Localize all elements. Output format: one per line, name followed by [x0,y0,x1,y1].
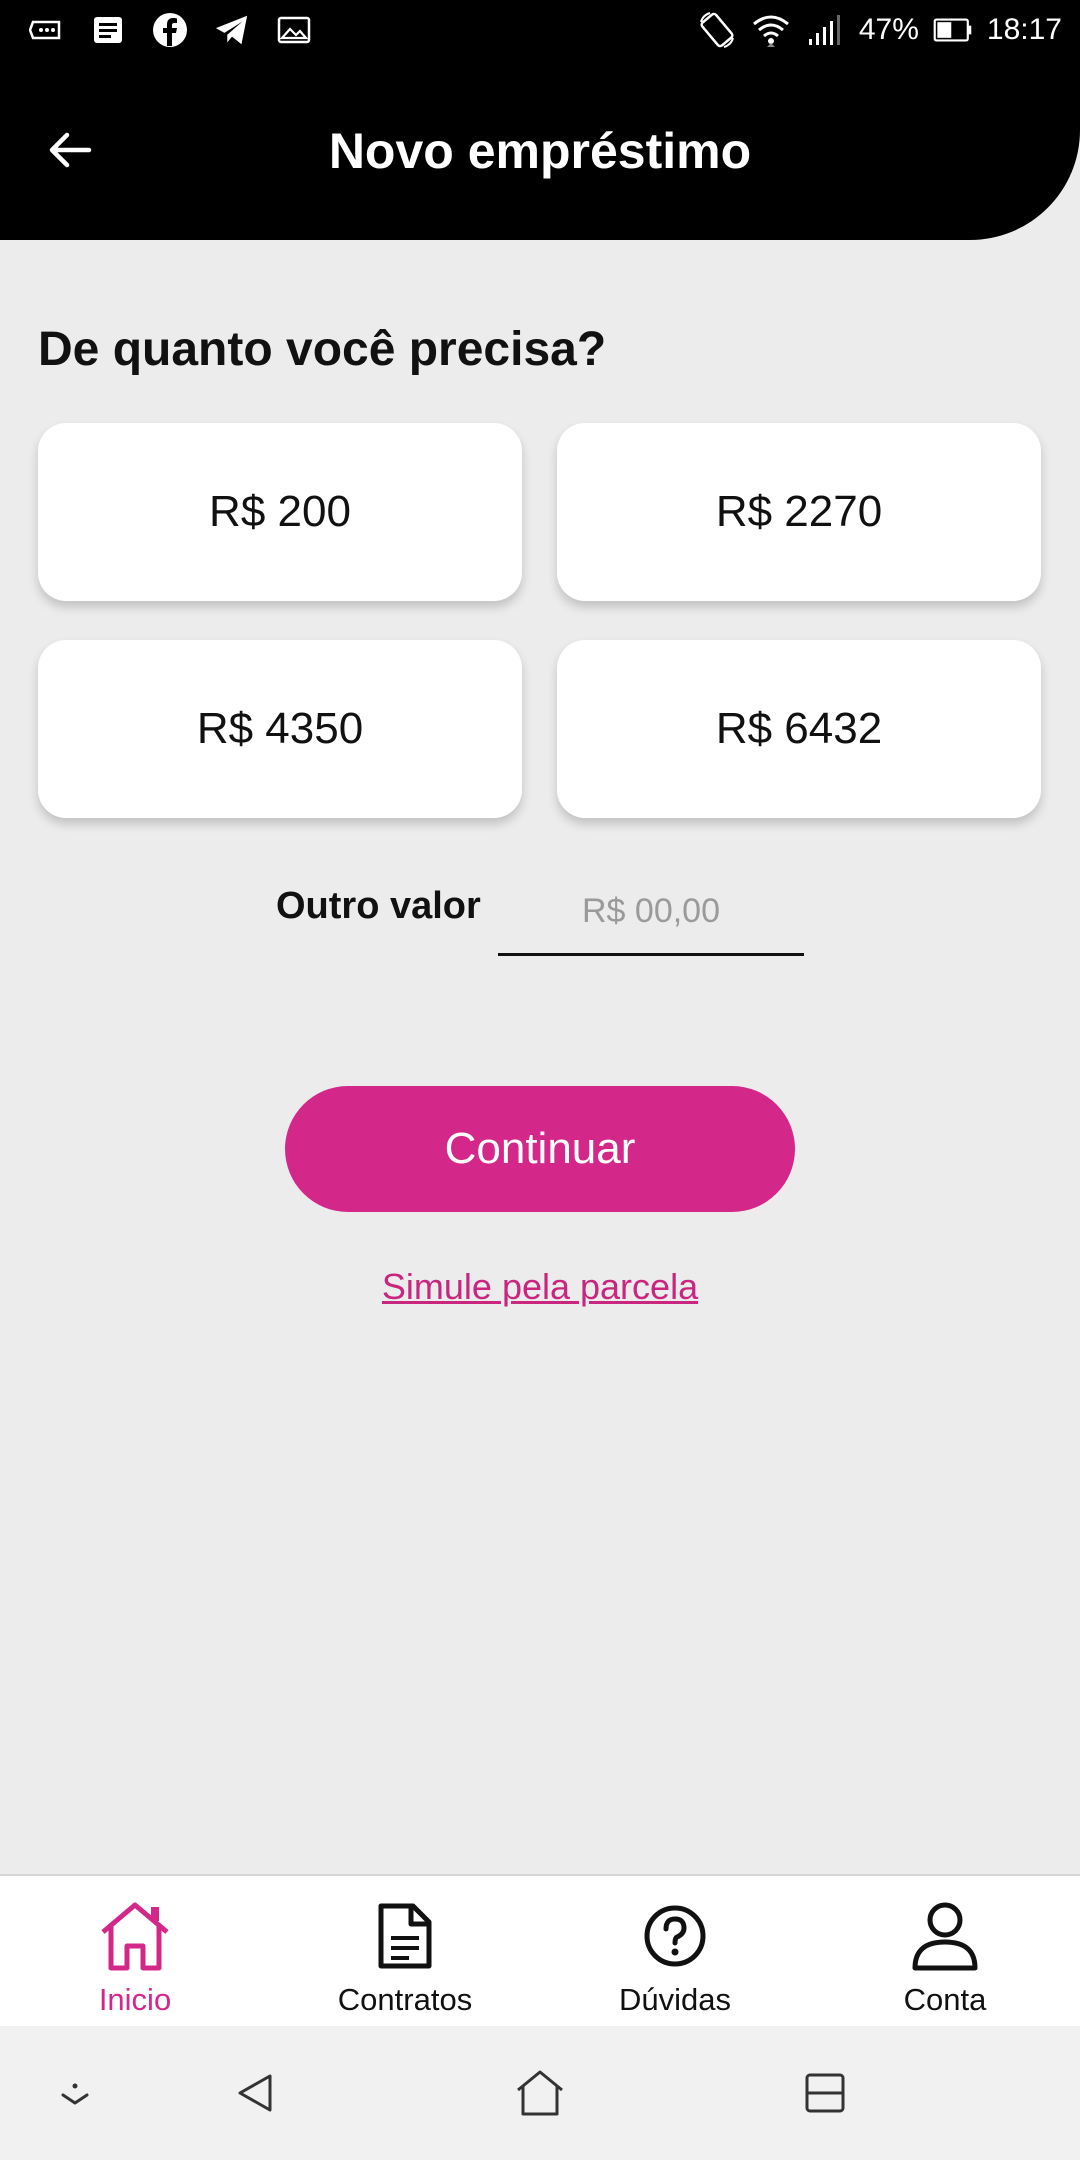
nav-item-duvidas[interactable]: Dúvidas [540,1876,810,2026]
amount-option-4[interactable]: R$ 6432 [557,640,1041,818]
system-navigation-bar [0,2026,1080,2160]
nav-label-duvidas: Dúvidas [619,1982,731,2017]
status-bar-system: 47% 18:17 [697,10,1062,50]
back-arrow-icon [49,132,92,168]
wifi-icon [751,10,791,50]
system-recents-button[interactable] [790,2058,860,2128]
voicemail-icon [28,12,64,48]
facebook-icon [152,12,188,48]
system-back-button[interactable] [220,2058,290,2128]
other-value-label: Outro valor [276,885,481,927]
bottom-navigation: Inicio Contratos Dúvidas Conta [0,1874,1080,2026]
nav-item-inicio[interactable]: Inicio [0,1876,270,2026]
nav-label-conta: Conta [903,1982,987,2017]
status-bar-notifications [28,12,312,48]
status-time: 18:17 [986,13,1062,46]
home-icon [95,1896,175,1976]
continue-button[interactable]: Continuar [285,1086,795,1212]
amount-option-3[interactable]: R$ 4350 [38,640,522,818]
telegram-icon [214,12,250,48]
message-icon [90,12,126,48]
help-icon [635,1896,715,1976]
simulate-installment-link[interactable]: Simule pela parcela [0,1266,1080,1308]
nav-item-contratos[interactable]: Contratos [270,1876,540,2026]
image-icon [276,12,312,48]
signal-icon [805,10,845,50]
battery-icon [933,10,973,50]
nav-label-inicio: Inicio [98,1982,172,2017]
recents-icon [805,2073,845,2113]
other-value-input[interactable] [498,870,804,956]
document-icon [365,1896,445,1976]
status-bar: 47% 18:17 [0,0,1080,62]
amount-question: De quanto você precisa? [38,323,607,376]
amount-option-2[interactable]: R$ 2270 [557,423,1041,601]
nav-item-conta[interactable]: Conta [810,1876,1080,2026]
battery-percent: 47% [858,13,919,46]
hide-keyboard-button[interactable] [40,2058,110,2128]
nav-label-contratos: Contratos [337,1982,473,2017]
rotate-icon [697,10,737,50]
page-title: Novo empréstimo [328,123,752,179]
amount-option-1[interactable]: R$ 200 [38,423,522,601]
home-outline-icon [517,2070,563,2116]
back-triangle-icon [238,2074,272,2112]
hide-keyboard-icon [61,2083,89,2105]
system-home-button[interactable] [505,2058,575,2128]
app-header: Novo empréstimo [0,62,1080,240]
back-button[interactable] [40,120,100,180]
user-icon [905,1896,985,1976]
